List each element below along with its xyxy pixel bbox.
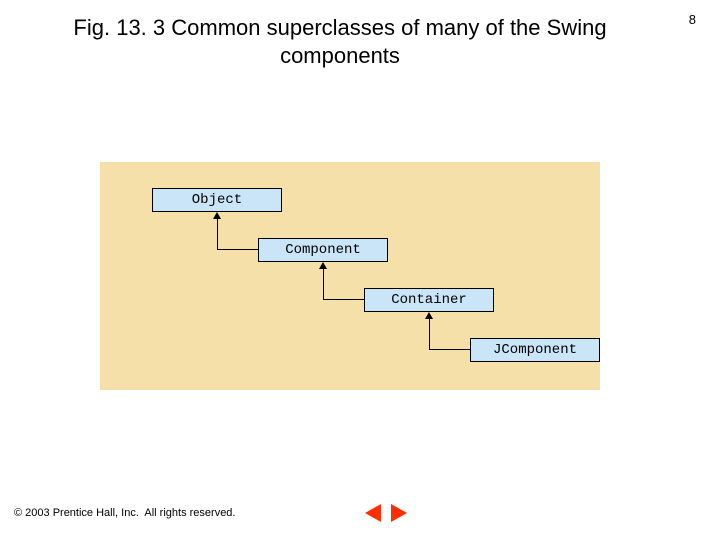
arrow-head-icon — [213, 212, 221, 219]
connector-line — [217, 249, 258, 250]
footer: © 2003 Prentice Hall, Inc. All rights re… — [14, 504, 407, 522]
connector-line — [429, 349, 470, 350]
class-box-object: Object — [152, 188, 282, 212]
connector-line — [217, 219, 218, 249]
nav-next-icon[interactable] — [391, 504, 407, 522]
connector-line — [429, 319, 430, 349]
arrow-head-icon — [425, 312, 433, 319]
connector-line — [323, 299, 364, 300]
class-box-jcomponent: JComponent — [470, 338, 600, 362]
class-box-component: Component — [258, 238, 388, 262]
diagram-canvas: Object Component Container JComponent — [100, 162, 600, 390]
class-box-container: Container — [364, 288, 494, 312]
figure-title: Fig. 13. 3 Common superclasses of many o… — [60, 14, 620, 69]
connector-line — [323, 269, 324, 299]
nav-prev-icon[interactable] — [365, 504, 381, 522]
copyright-text: © 2003 Prentice Hall, Inc. All rights re… — [14, 507, 235, 519]
slide: 8 Fig. 13. 3 Common superclasses of many… — [0, 0, 720, 540]
arrow-head-icon — [319, 262, 327, 269]
page-number: 8 — [689, 12, 696, 27]
nav-buttons — [365, 504, 407, 522]
